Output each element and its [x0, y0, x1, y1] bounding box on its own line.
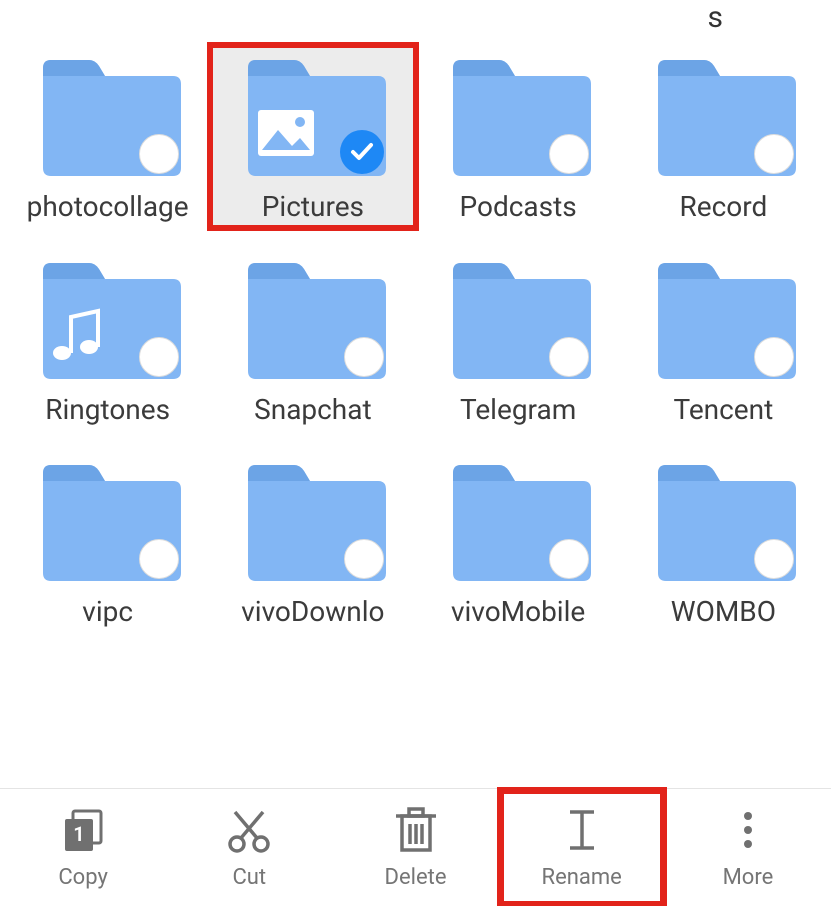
folder-icon — [238, 253, 388, 383]
folder-label: vipc — [82, 595, 133, 629]
folder-item[interactable]: Pictures — [210, 45, 415, 228]
folder-item[interactable]: WOMBO — [621, 450, 826, 633]
folder-icon — [648, 50, 798, 180]
folder-icon — [33, 253, 183, 383]
more-icon — [740, 805, 756, 855]
selected-check-icon[interactable] — [340, 130, 384, 174]
selection-circle[interactable] — [754, 337, 794, 377]
folder-item[interactable]: Podcasts — [416, 45, 621, 228]
folder-icon — [443, 50, 593, 180]
folder-icon — [33, 455, 183, 585]
folder-item[interactable]: Tencent — [621, 248, 826, 431]
selection-circle[interactable] — [549, 337, 589, 377]
rename-button[interactable]: Rename — [499, 789, 665, 906]
folder-item[interactable]: Snapchat — [210, 248, 415, 431]
delete-button[interactable]: Delete — [332, 789, 498, 906]
more-label: More — [723, 865, 774, 890]
bottom-action-bar: 1 Copy Cut Delete — [0, 788, 831, 906]
selection-circle[interactable] — [139, 337, 179, 377]
folder-icon — [33, 50, 183, 180]
folder-label: vivoDownlo — [241, 595, 384, 629]
music-icon — [47, 305, 107, 369]
selection-circle[interactable] — [139, 539, 179, 579]
folder-label: Podcasts — [460, 190, 577, 224]
header-fragment: s — [708, 0, 723, 35]
folder-item[interactable]: Record — [621, 45, 826, 228]
selection-circle[interactable] — [344, 539, 384, 579]
delete-label: Delete — [385, 865, 447, 890]
folder-icon — [238, 455, 388, 585]
more-button[interactable]: More — [665, 789, 831, 906]
svg-text:1: 1 — [73, 822, 84, 846]
folder-item[interactable]: vivoDownlo — [210, 450, 415, 633]
rename-icon — [562, 805, 602, 855]
folder-label: Telegram — [460, 393, 576, 427]
folder-item[interactable]: photocollage — [5, 45, 210, 228]
folder-label: vivoMobile — [451, 595, 585, 629]
cut-button[interactable]: Cut — [166, 789, 332, 906]
folder-label: Record — [680, 190, 768, 224]
copy-label: Copy — [58, 865, 108, 890]
folder-label: Ringtones — [45, 393, 170, 427]
folder-item[interactable]: vipc — [5, 450, 210, 633]
folder-label: Tencent — [673, 393, 773, 427]
cut-label: Cut — [232, 865, 266, 890]
folder-icon — [648, 253, 798, 383]
folder-item[interactable]: vivoMobile — [416, 450, 621, 633]
copy-icon: 1 — [60, 805, 106, 855]
selection-circle[interactable] — [549, 134, 589, 174]
folder-icon — [238, 50, 388, 180]
folder-grid: photocollage Pictures Podcasts Record Ri… — [0, 45, 831, 633]
folder-item[interactable]: Telegram — [416, 248, 621, 431]
scissors-icon — [225, 805, 273, 855]
image-icon — [256, 108, 316, 162]
folder-item[interactable]: Ringtones — [5, 248, 210, 431]
copy-button[interactable]: 1 Copy — [0, 789, 166, 906]
selection-circle[interactable] — [344, 337, 384, 377]
folder-icon — [648, 455, 798, 585]
folder-icon — [443, 253, 593, 383]
folder-icon — [443, 455, 593, 585]
folder-label: photocollage — [27, 190, 189, 224]
selection-circle[interactable] — [139, 134, 179, 174]
rename-label: Rename — [542, 865, 622, 890]
folder-label: WOMBO — [671, 595, 776, 629]
folder-label: Pictures — [262, 190, 364, 224]
trash-icon — [394, 805, 438, 855]
folder-label: Snapchat — [254, 393, 372, 427]
